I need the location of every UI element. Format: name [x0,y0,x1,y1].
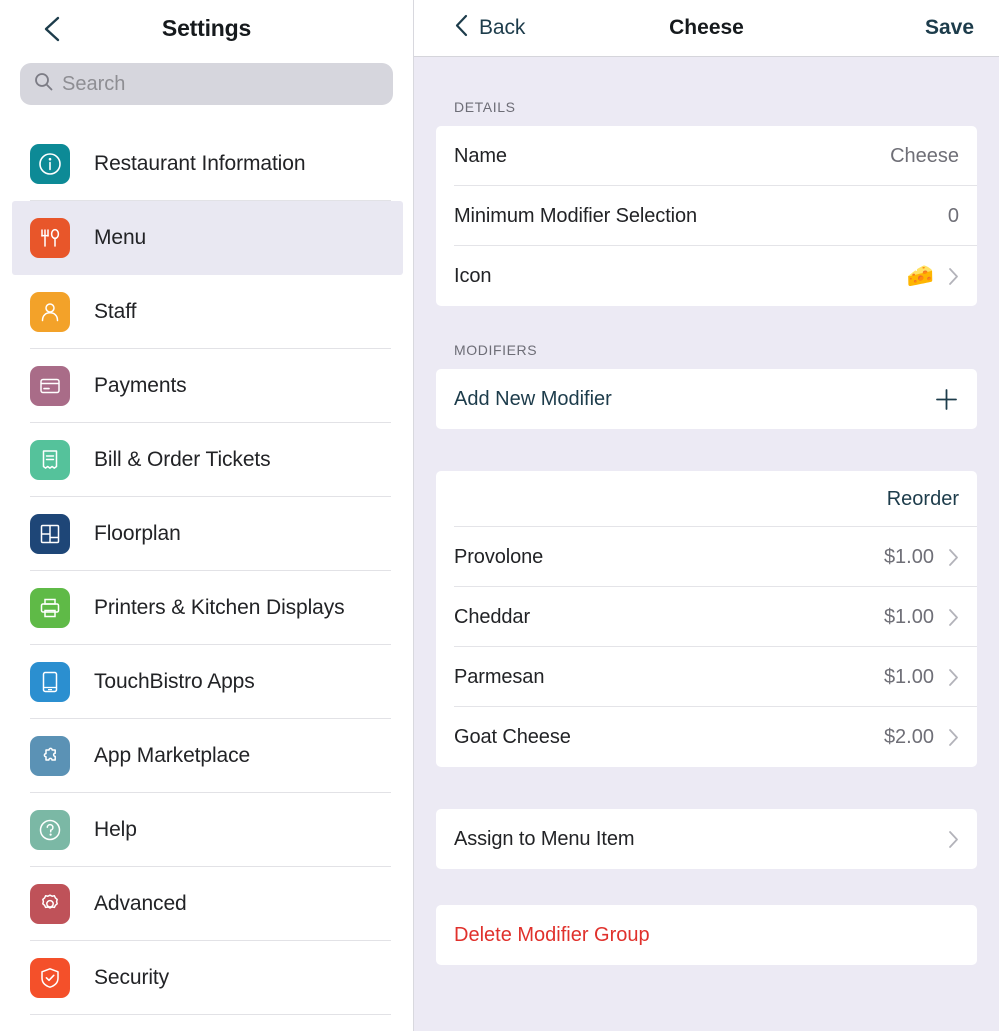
row-name[interactable]: Name Cheese [436,126,977,186]
chevron-right-icon [948,830,959,849]
plus-icon [934,387,959,412]
sidebar-item-payments[interactable]: Payments [0,349,413,423]
add-new-modifier-button[interactable]: Add New Modifier [436,369,977,429]
assign-card: Assign to Menu Item [436,809,977,869]
info-icon [30,144,70,184]
search-icon [34,72,53,96]
modifier-price: $1.00 [883,665,934,688]
modifier-price: $2.00 [883,725,934,748]
sidebar-item-app-marketplace[interactable]: App Marketplace [0,719,413,793]
sidebar-item-label: App Marketplace [94,744,251,767]
credit-card-icon [30,366,70,406]
sidebar-item-label: Floorplan [94,522,181,545]
row-divider [30,1014,391,1015]
back-button[interactable]: Back [454,13,525,43]
chevron-right-icon [948,728,959,747]
search-bar[interactable] [20,63,393,105]
sidebar-item-advanced[interactable]: Advanced [0,867,413,941]
sidebar-item-restaurant-information[interactable]: Restaurant Information [0,127,413,201]
sidebar-item-label: Restaurant Information [94,152,306,175]
sidebar-item-label: TouchBistro Apps [94,670,255,693]
row-label: Minimum Modifier Selection [454,204,698,227]
sidebar-item-label: Printers & Kitchen Displays [94,596,345,619]
sidebar-item-label: Advanced [94,892,187,915]
sidebar-item-touchbistro-apps[interactable]: TouchBistro Apps [0,645,413,719]
back-label: Back [479,16,526,39]
sidebar-item-label: Security [94,966,170,989]
reorder-label: Reorder [886,487,959,510]
delete-modifier-group-button[interactable]: Delete Modifier Group [436,905,977,965]
sidebar-list: Restaurant Information Menu Staff Paymen… [0,127,413,1031]
search-input[interactable] [62,72,379,96]
detail-panel: Back Cheese Save DETAILS Name Cheese Min… [414,0,999,1031]
row-minimum-modifier-selection[interactable]: Minimum Modifier Selection 0 [436,186,977,246]
sidebar-item-security[interactable]: Security [0,941,413,1015]
chevron-right-icon [948,668,959,687]
chevron-right-icon [948,267,959,286]
modifiers-list-card: Reorder Provolone $1.00 Cheddar $1.00 Pa… [436,471,977,767]
app-root: Settings Search Restaurant Information M… [0,0,999,1031]
modifier-name: Cheddar [454,605,531,628]
receipt-icon [30,440,70,480]
sidebar-item-label: Staff [94,300,137,323]
row-label: Name [454,144,507,167]
modifier-row[interactable]: Goat Cheese $2.00 [436,707,977,767]
puzzle-icon [30,736,70,776]
modifier-row[interactable]: Cheddar $1.00 [436,587,977,647]
chevron-left-icon[interactable] [38,15,66,43]
chevron-right-icon [948,608,959,627]
settings-sidebar: Settings Search Restaurant Information M… [0,0,414,1031]
row-label: Icon [454,264,492,287]
modifier-price: $1.00 [883,605,934,628]
floorplan-icon [30,514,70,554]
row-icon[interactable]: Icon 🧀 [436,246,977,306]
detail-body: DETAILS Name Cheese Minimum Modifier Sel… [414,57,999,1031]
question-icon [30,810,70,850]
sidebar-item-label: Help [94,818,137,841]
printer-icon [30,588,70,628]
sidebar-item-printers-kitchen-displays[interactable]: Printers & Kitchen Displays [0,571,413,645]
sidebar-item-bill-order-tickets[interactable]: Bill & Order Tickets [0,423,413,497]
save-button[interactable]: Save [925,16,974,40]
modifier-name: Parmesan [454,665,545,688]
add-modifier-card: Add New Modifier [436,369,977,429]
cutlery-icon [30,218,70,258]
chevron-left-icon [454,13,469,43]
modifiers-section-header: MODIFIERS [454,342,538,358]
modifier-row[interactable]: Parmesan $1.00 [436,647,977,707]
detail-header: Back Cheese Save [414,0,999,57]
modifier-row[interactable]: Provolone $1.00 [436,527,977,587]
row-value: Cheese [890,144,959,167]
modifier-name: Goat Cheese [454,725,571,748]
tablet-icon [30,662,70,702]
sidebar-item-staff[interactable]: Staff [0,275,413,349]
chevron-right-icon [948,548,959,567]
details-card: Name Cheese Minimum Modifier Selection 0… [436,126,977,306]
sidebar-item-menu[interactable]: Menu [12,201,403,275]
reorder-button[interactable]: Reorder [436,471,977,527]
sidebar-item-floorplan[interactable]: Floorplan [0,497,413,571]
cheese-icon: 🧀 [906,263,934,288]
sidebar-header: Settings [0,0,413,57]
search-container [0,57,413,105]
assign-to-menu-item-button[interactable]: Assign to Menu Item [436,809,977,869]
sidebar-item-label: Menu [94,226,147,249]
row-value: 0 [947,204,959,227]
person-icon [30,292,70,332]
delete-card: Delete Modifier Group [436,905,977,965]
sidebar-item-help[interactable]: Help [0,793,413,867]
assign-label: Assign to Menu Item [454,827,635,850]
sidebar-item-label: Bill & Order Tickets [94,448,271,471]
shield-check-icon [30,958,70,998]
details-section-header: DETAILS [454,99,516,115]
delete-label: Delete Modifier Group [454,923,650,946]
modifier-price: $1.00 [883,545,934,568]
modifier-name: Provolone [454,545,544,568]
sidebar-item-label: Payments [94,374,187,397]
add-new-modifier-label: Add New Modifier [454,387,612,410]
gear-icon [30,884,70,924]
